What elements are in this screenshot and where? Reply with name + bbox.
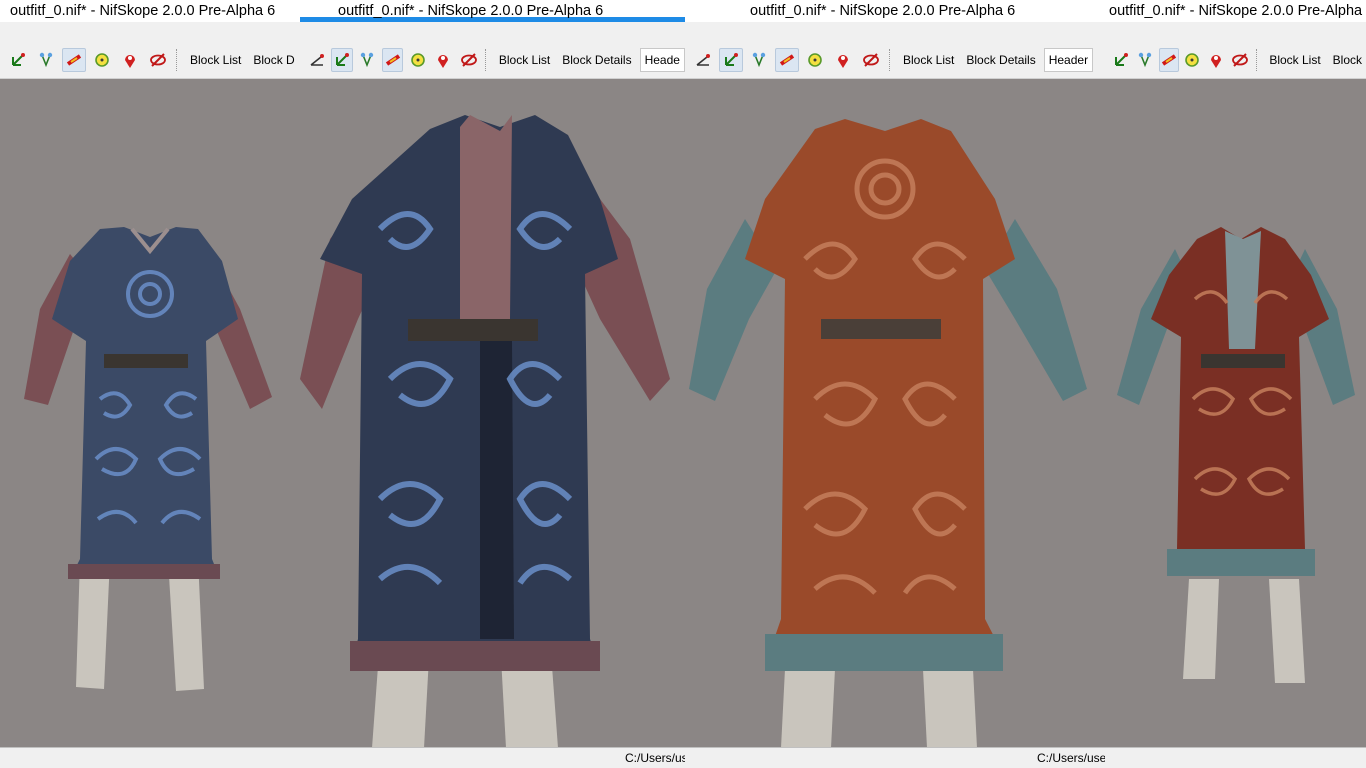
window-title: outfitf_0.nif* - NifSkope 2.0.0 Pre-Alph… [685, 0, 1105, 22]
toolbar-separator [889, 49, 893, 71]
3d-viewport[interactable] [685, 79, 1105, 748]
location-pin-icon[interactable] [118, 48, 142, 72]
bone-icon[interactable] [775, 48, 799, 72]
toolbar-strip [0, 22, 300, 42]
hide-icon[interactable] [146, 48, 170, 72]
toolbar-strip [300, 22, 685, 42]
select-axes-icon[interactable] [719, 48, 743, 72]
status-path: C:/Users/us [625, 751, 685, 765]
light-bulb-icon[interactable] [803, 48, 827, 72]
select-axes-icon[interactable] [331, 48, 353, 72]
toolbar-separator [1255, 49, 1259, 71]
status-bar [1105, 747, 1366, 768]
pointer-icon[interactable] [691, 48, 715, 72]
header-tab[interactable]: Heade [639, 48, 685, 72]
select-axes-icon[interactable] [6, 48, 30, 72]
bone-icon[interactable] [62, 48, 86, 72]
connect-icon[interactable] [1135, 48, 1155, 72]
block-details-tab[interactable]: Block [1329, 48, 1366, 72]
block-list-tab[interactable]: Block List [186, 48, 245, 72]
toolbar: Block List Block Details Heade [300, 42, 685, 79]
connect-icon[interactable] [34, 48, 58, 72]
block-list-tab[interactable]: Block List [495, 48, 554, 72]
3d-viewport[interactable] [0, 79, 300, 748]
status-path: C:/Users/user, [1037, 751, 1105, 765]
block-list-tab[interactable]: Block List [899, 48, 958, 72]
hide-icon[interactable] [1230, 48, 1250, 72]
toolbar: Block List Block Details Header [685, 42, 1105, 79]
hide-icon[interactable] [859, 48, 883, 72]
toolbar-strip [685, 22, 1105, 42]
connect-icon[interactable] [747, 48, 771, 72]
robe-model-blue-small [24, 227, 272, 691]
3d-viewport[interactable] [1105, 79, 1366, 748]
nifskope-window-3: outfitf_0.nif* - NifSkope 2.0.0 Pre-Alph… [685, 0, 1105, 768]
bone-icon[interactable] [1158, 48, 1179, 72]
robe-model-red-large [689, 119, 1087, 748]
toolbar-strip [1105, 22, 1366, 42]
toolbar-separator [176, 49, 180, 71]
light-bulb-icon[interactable] [90, 48, 114, 72]
window-title: outfitf_0.nif* - NifSkope 2.0.0 Pre-Alph… [1105, 0, 1366, 22]
location-pin-icon[interactable] [1206, 48, 1226, 72]
block-list-tab[interactable]: Block List [1265, 48, 1324, 72]
nifskope-window-4: outfitf_0.nif* - NifSkope 2.0.0 Pre-Alph… [1105, 0, 1366, 768]
toolbar: Block List Block [1105, 42, 1366, 79]
pointer-icon[interactable] [306, 48, 327, 72]
status-bar: C:/Users/us [300, 747, 685, 768]
toolbar: Block List Block D [0, 42, 300, 79]
location-pin-icon[interactable] [433, 48, 454, 72]
hide-icon[interactable] [458, 48, 479, 72]
robe-model-red-small [1117, 227, 1355, 683]
status-bar: C:/Users/user, [685, 747, 1105, 768]
header-tab[interactable]: Header [1043, 48, 1094, 72]
status-bar [0, 747, 300, 768]
select-axes-icon[interactable] [1111, 48, 1131, 72]
robe-model-blue-large [300, 115, 670, 748]
toolbar-separator [485, 49, 489, 71]
nifskope-window-2: outfitf_0.nif* - NifSkope 2.0.0 Pre-Alph… [300, 0, 685, 768]
window-title: outfitf_0.nif* - NifSkope 2.0.0 Pre-Alph… [0, 0, 300, 22]
block-details-tab[interactable]: Block Details [962, 48, 1039, 72]
3d-viewport[interactable] [300, 79, 685, 748]
block-details-tab[interactable]: Block Details [558, 48, 635, 72]
connect-icon[interactable] [357, 48, 378, 72]
light-bulb-icon[interactable] [407, 48, 428, 72]
location-pin-icon[interactable] [831, 48, 855, 72]
light-bulb-icon[interactable] [1183, 48, 1203, 72]
nifskope-window-1: outfitf_0.nif* - NifSkope 2.0.0 Pre-Alph… [0, 0, 300, 768]
bone-icon[interactable] [381, 48, 404, 72]
block-details-tab[interactable]: Block D [249, 48, 298, 72]
window-title: outfitf_0.nif* - NifSkope 2.0.0 Pre-Alph… [300, 0, 685, 22]
